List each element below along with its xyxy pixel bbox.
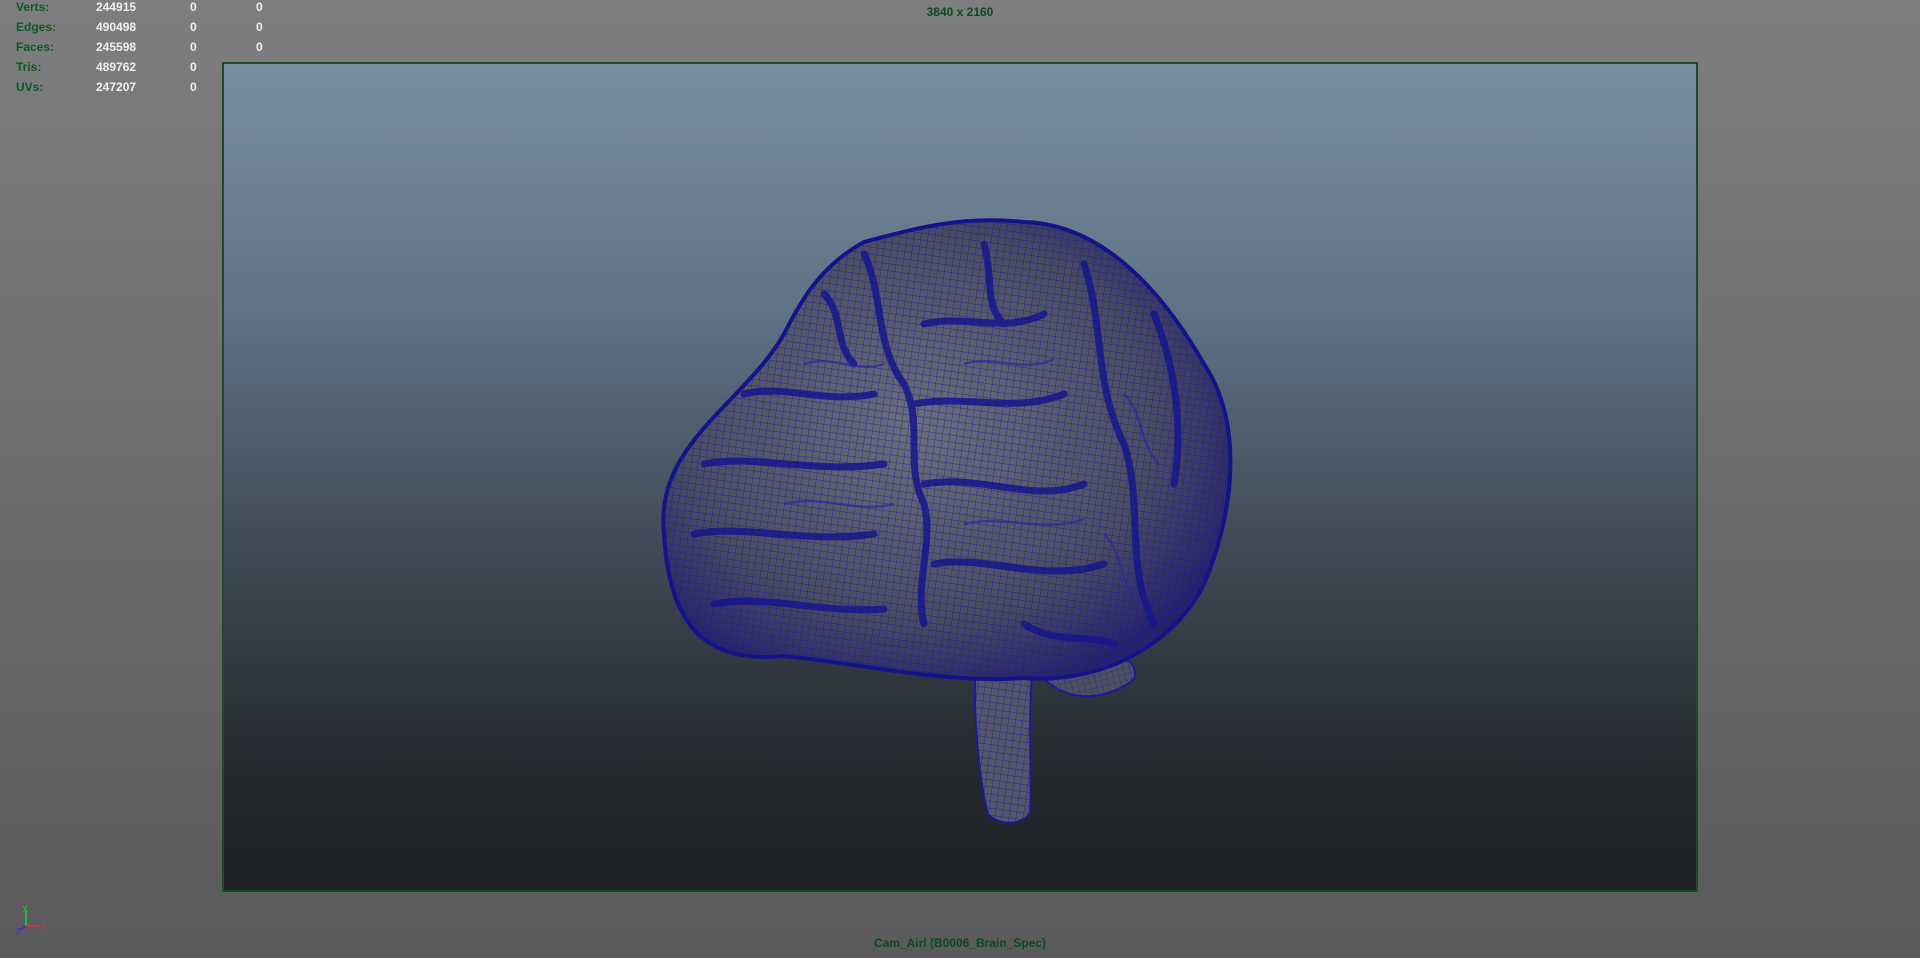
hud-value: 247207 xyxy=(96,80,137,94)
resolution-gate[interactable] xyxy=(222,62,1698,892)
hud-value: 0 xyxy=(256,40,263,54)
resolution-gate-label: 3840 x 2160 xyxy=(926,5,994,19)
hud-value: 0 xyxy=(190,40,197,54)
hud-label: UVs: xyxy=(16,80,44,94)
brainstem-mesh xyxy=(973,662,1034,824)
cerebrum-mesh xyxy=(661,218,1233,682)
hud-value: 0 xyxy=(190,80,197,94)
y-axis-label: y xyxy=(23,904,27,912)
axis-gizmo: y x z xyxy=(16,903,52,935)
hud-label: Edges: xyxy=(16,20,57,34)
hud-value: 489762 xyxy=(96,60,137,74)
hud-label: Tris: xyxy=(16,60,42,74)
hud-value: 0 xyxy=(190,60,197,74)
hud-value: 0 xyxy=(190,20,197,34)
hud-value: 490498 xyxy=(96,20,137,34)
hud-value: 245598 xyxy=(96,40,137,54)
brain-mesh[interactable] xyxy=(224,64,1696,890)
hud-value: 0 xyxy=(256,20,263,34)
z-axis-label: z xyxy=(16,926,20,934)
hud-row-faces: Faces: 245598 0 0 xyxy=(0,40,280,56)
hud-label: Faces: xyxy=(16,40,55,54)
camera-name-label: Cam_Airl (B0006_Brain_Spec) xyxy=(873,936,1047,950)
z-axis-line xyxy=(19,925,27,931)
hud-row-edges: Edges: 490498 0 0 xyxy=(0,20,280,36)
x-axis-label: x xyxy=(42,922,46,931)
